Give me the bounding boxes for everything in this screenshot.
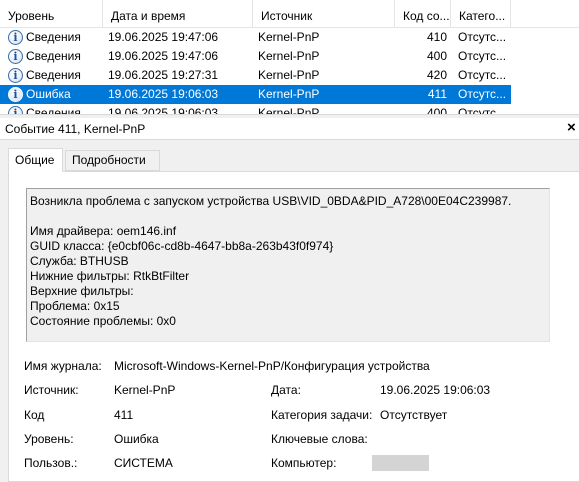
- task-category-value: Отсутствует: [380, 408, 448, 422]
- description-line: Имя драйвера: oem146.inf: [30, 224, 177, 238]
- event-level-cell: Сведения: [8, 66, 103, 85]
- log-name-value: Microsoft-Windows-Kernel-PnP/Конфигураци…: [114, 359, 430, 373]
- log-name-label: Имя журнала:: [24, 359, 102, 373]
- event-level-cell: Сведения: [8, 104, 103, 114]
- description-line: Возникла проблема с запуском устройства …: [30, 194, 512, 208]
- tab-general[interactable]: Общие: [8, 148, 63, 172]
- event-source: Kernel-PnP: [258, 87, 320, 101]
- event-list[interactable]: Уровень Дата и время Источник Код со... …: [0, 0, 579, 114]
- user-value: СИСТЕМА: [114, 456, 173, 470]
- info-icon: [8, 30, 23, 45]
- description-line: Проблема: 0x15: [30, 299, 120, 313]
- event-row[interactable]: Сведения 19.06.2025 19:47:06 Kernel-PnP …: [0, 47, 511, 66]
- close-icon[interactable]: ×: [567, 119, 576, 137]
- description-blank-line: [30, 209, 549, 224]
- general-tab-content: Возникла проблема с запуском устройства …: [8, 171, 579, 482]
- description-line: Нижние фильтры: RtkBtFilter: [30, 269, 190, 283]
- column-header-level[interactable]: Уровень: [0, 0, 103, 28]
- level-label: Уровень:: [24, 432, 74, 446]
- column-header-source[interactable]: Источник: [253, 0, 395, 28]
- event-id: 411: [427, 87, 447, 101]
- description-line: GUID класса: {e0cbf06c-cd8b-4647-bb8a-26…: [30, 239, 334, 253]
- event-list-header: Уровень Дата и время Источник Код со... …: [0, 0, 579, 28]
- description-line: Состояние проблемы: 0x0: [30, 314, 176, 328]
- event-level: Сведения: [26, 106, 81, 114]
- event-level-cell: Ошибка: [8, 85, 103, 104]
- event-level-cell: Сведения: [8, 28, 103, 47]
- event-details-title: Событие 411, Kernel-PnP: [5, 122, 146, 136]
- event-row[interactable]: Сведения 19.06.2025 19:06:03 Kernel-PnP …: [0, 104, 511, 114]
- description-line: Служба: BTHUSB: [30, 254, 129, 268]
- info-icon: [8, 49, 23, 64]
- description-line: Верхние фильтры:: [30, 284, 134, 298]
- event-source: Kernel-PnP: [258, 68, 320, 82]
- event-source: Kernel-PnP: [258, 49, 320, 63]
- event-category: Отсутс...: [458, 87, 507, 101]
- event-source: Kernel-PnP: [258, 30, 320, 44]
- computer-label: Компьютер:: [271, 456, 337, 470]
- info-icon: [8, 68, 23, 83]
- level-value: Ошибка: [114, 432, 159, 446]
- event-details-header: Событие 411, Kernel-PnP ×: [0, 118, 579, 140]
- event-source: Kernel-PnP: [258, 106, 320, 114]
- event-datetime: 19.06.2025 19:27:31: [108, 68, 219, 82]
- event-row-selected[interactable]: Ошибка 19.06.2025 19:06:03 Kernel-PnP 41…: [0, 85, 511, 104]
- computer-value-redacted: [372, 455, 429, 471]
- event-row[interactable]: Сведения 19.06.2025 19:47:06 Kernel-PnP …: [0, 28, 511, 47]
- column-header-category[interactable]: Катего...: [451, 0, 511, 28]
- event-id: 400: [426, 106, 447, 114]
- event-datetime: 19.06.2025 19:47:06: [108, 30, 219, 44]
- event-category: Отсутс...: [458, 68, 507, 82]
- event-row[interactable]: Сведения 19.06.2025 19:27:31 Kernel-PnP …: [0, 66, 511, 85]
- event-description-box[interactable]: Возникла проблема с запуском устройства …: [26, 188, 550, 342]
- event-category: Отсутс...: [458, 30, 507, 44]
- event-id: 410: [426, 30, 447, 44]
- event-datetime: 19.06.2025 19:47:06: [108, 49, 219, 63]
- event-level: Сведения: [26, 68, 81, 82]
- column-header-datetime[interactable]: Дата и время: [103, 0, 253, 28]
- event-code-label: Код: [24, 408, 45, 422]
- event-level: Ошибка: [26, 87, 71, 101]
- event-id: 400: [426, 49, 447, 63]
- event-datetime: 19.06.2025 19:06:03: [108, 106, 219, 114]
- info-icon: [8, 87, 23, 102]
- event-level: Сведения: [26, 49, 81, 63]
- info-icon: [8, 106, 23, 114]
- event-category: Отсутс...: [458, 49, 507, 63]
- keywords-label: Ключевые слова:: [271, 432, 368, 446]
- user-label: Пользов.:: [24, 456, 78, 470]
- date-label: Дата:: [271, 383, 301, 397]
- event-id: 420: [426, 68, 447, 82]
- event-datetime: 19.06.2025 19:06:03: [108, 87, 219, 101]
- event-code-value: 411: [114, 408, 134, 422]
- source-value: Kernel-PnP: [114, 383, 176, 397]
- task-category-label: Категория задачи:: [271, 408, 373, 422]
- event-category: Отсутс...: [458, 106, 507, 114]
- event-level-cell: Сведения: [8, 47, 103, 66]
- column-header-event-id[interactable]: Код со...: [395, 0, 451, 28]
- source-label: Источник:: [24, 383, 79, 397]
- tab-details[interactable]: Подробности: [65, 150, 160, 171]
- event-details-pane: Событие 411, Kernel-PnP × Общие Подробно…: [0, 118, 579, 482]
- date-value: 19.06.2025 19:06:03: [380, 383, 491, 397]
- event-level: Сведения: [26, 30, 81, 44]
